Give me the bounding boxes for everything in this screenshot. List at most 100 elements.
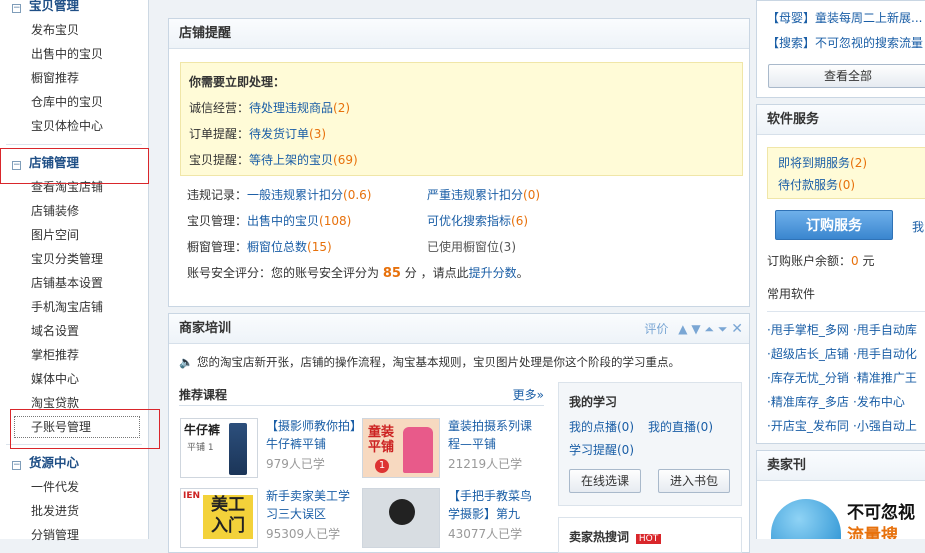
training-notice: 🔈 您的淘宝店新开张，店铺的操作流程，淘宝基本规则，宝贝图片处理是你这个阶段的学… xyxy=(179,355,680,369)
course-item: 【摄影师教你拍】牛仔裤平铺 979人已学 xyxy=(266,417,361,473)
course-thumbnail[interactable] xyxy=(362,488,440,548)
order-service-button[interactable]: 订购服务 xyxy=(775,210,893,240)
divider xyxy=(6,144,142,145)
my-vod-link[interactable]: 我的点播(0) xyxy=(569,420,634,434)
app-grid: ·甩手掌柜_多网 ·甩手自动库 ·超级店长_店铺 ·甩手自动化 ·库存无忧_分销 ·精… xyxy=(767,311,925,438)
panel-title: 商家培训 评价 ▲ ▼ ⏶ ⏷ ✕ xyxy=(169,314,749,344)
serious-violation-link[interactable]: 严重违规累计扣分 xyxy=(427,188,523,202)
unpaid-service-link[interactable]: 待付款服务 xyxy=(778,178,838,192)
sidebar-item-mobile-shop[interactable]: 手机淘宝店铺 xyxy=(0,295,148,319)
sidebar-item-images[interactable]: 图片空间 xyxy=(0,223,148,247)
sidebar-item-on-sale[interactable]: 出售中的宝贝 xyxy=(0,42,148,66)
my-live-link[interactable]: 我的直播(0) xyxy=(648,420,713,434)
sidebar-item-recommend[interactable]: 掌柜推荐 xyxy=(0,343,148,367)
seller-mag-panel: 卖家刊 不可忽视 流量搜 xyxy=(756,450,925,539)
mag-banner[interactable]: 不可忽视 流量搜 xyxy=(767,493,925,539)
window-total-link[interactable]: 橱窗位总数 xyxy=(247,240,307,254)
training-panel: 商家培训 评价 ▲ ▼ ⏶ ⏷ ✕ 🔈 您的淘宝店新开张，店铺的操作流程，淘宝基… xyxy=(168,313,750,553)
sidebar-item-media[interactable]: 媒体中心 xyxy=(0,367,148,391)
course-thumbnail[interactable]: 牛仔裤 平铺 1 xyxy=(180,418,258,478)
news-panel: 【母婴】童装每周二上新展... 【搜索】不可忽视的搜索流量 查看全部 xyxy=(756,0,925,98)
rec-header: 推荐课程 更多» xyxy=(179,386,544,406)
course-title[interactable]: 【手把手教菜鸟学摄影】第九 xyxy=(448,489,532,521)
sidebar-item-wholesale[interactable]: 批发进货 xyxy=(0,499,148,523)
news-link[interactable]: 【搜索】不可忽视的搜索流量 xyxy=(767,36,923,50)
sidebar-item-basic-settings[interactable]: 店铺基本设置 xyxy=(0,271,148,295)
sidebar-item-category[interactable]: 宝贝分类管理 xyxy=(0,247,148,271)
app-link[interactable]: ·库存无忧_分销 xyxy=(767,366,853,390)
more-link[interactable]: 更多» xyxy=(513,386,544,403)
app-link[interactable]: ·超级店长_店铺 xyxy=(767,342,853,366)
app-link[interactable]: ·开店宝_发布同 xyxy=(767,414,853,438)
search-optimize-link[interactable]: 可优化搜索指标 xyxy=(427,214,511,228)
expiring-service-link[interactable]: 即将到期服务 xyxy=(778,156,850,170)
open-bag-button[interactable]: 进入书包 xyxy=(658,469,730,493)
sidebar-item-warehouse[interactable]: 仓库中的宝贝 xyxy=(0,90,148,114)
view-all-button[interactable]: 查看全部 xyxy=(768,64,925,88)
jeans-graphic xyxy=(229,423,247,475)
app-link[interactable]: ·精准推广王 xyxy=(853,366,917,390)
course-title[interactable]: 【摄影师教你拍】牛仔裤平铺 xyxy=(266,419,356,451)
service-box: 即将到期服务(2) 待付款服务(0) xyxy=(767,147,925,199)
app-link[interactable]: ·甩手掌柜_多网 xyxy=(767,318,853,342)
panel-title: 软件服务 xyxy=(757,105,925,135)
dress-graphic xyxy=(403,427,433,473)
right-column: 【母婴】童装每周二上新展... 【搜索】不可忽视的搜索流量 查看全部 软件服务 … xyxy=(756,0,925,539)
sidebar-item-dropship[interactable]: 一件代发 xyxy=(0,475,148,499)
move-top-icon[interactable]: ⏶ xyxy=(704,322,714,336)
awaiting-listing-link[interactable]: 等待上架的宝贝 xyxy=(249,153,333,167)
my-link[interactable]: 我 xyxy=(912,218,924,235)
hot-search-box: 卖家热搜词 HOT xyxy=(558,517,742,553)
on-sale-link[interactable]: 出售中的宝贝 xyxy=(247,214,319,228)
reminder-row: 橱窗管理：橱窗位总数(15) 已使用橱窗位(3) xyxy=(187,240,516,254)
general-violation-link[interactable]: 一般违规累计扣分 xyxy=(247,188,343,202)
pending-ship-link[interactable]: 待发货订单 xyxy=(249,127,309,141)
move-bottom-icon[interactable]: ⏷ xyxy=(718,322,728,336)
reminder-row: 违规记录：一般违规累计扣分(0.6) 严重违规累计扣分(0) xyxy=(187,188,541,202)
common-software-title: 常用软件 xyxy=(767,287,816,301)
sidebar-item-checkup[interactable]: 宝贝体检中心 xyxy=(0,114,148,138)
urgent-row: 订单提醒：待发货订单(3) xyxy=(189,127,327,141)
highlight-box-shop xyxy=(0,148,149,184)
panel-tools: 评价 ▲ ▼ ⏶ ⏷ ✕ xyxy=(644,314,743,344)
sidebar-item-publish[interactable]: 发布宝贝 xyxy=(0,18,148,42)
move-up-icon[interactable]: ▲ xyxy=(678,322,687,336)
sidebar-item-decorate[interactable]: 店铺装修 xyxy=(0,199,148,223)
course-learners: 43077人已学 xyxy=(448,527,523,541)
news-link[interactable]: 【母婴】童装每周二上新展... xyxy=(767,11,922,25)
store-reminder-panel: 店铺提醒 你需要立即处理： 诚信经营：待处理违规商品(2) 订单提醒：待发货订单… xyxy=(168,18,750,307)
app-link[interactable]: ·甩手自动化 xyxy=(853,342,917,366)
sidebar-item-window[interactable]: 橱窗推荐 xyxy=(0,66,148,90)
course-title[interactable]: 童装拍摄系列课程—平铺 xyxy=(448,419,532,451)
course-title[interactable]: 新手卖家美工学习三大误区 xyxy=(266,489,350,521)
online-course-button[interactable]: 在线选课 xyxy=(569,469,641,493)
course-thumbnail[interactable]: 童装平铺 1 xyxy=(362,418,440,478)
improve-score-link[interactable]: 提升分数 xyxy=(469,266,517,280)
sidebar-item-distribution[interactable]: 分销管理 xyxy=(0,523,148,547)
rate-link[interactable]: 评价 xyxy=(644,322,668,336)
course-item: 【手把手教菜鸟学摄影】第九 43077人已学 xyxy=(448,487,538,543)
app-link[interactable]: ·发布中心 xyxy=(853,390,905,414)
bird-icon xyxy=(771,499,841,539)
app-link[interactable]: ·精准库存_多店 xyxy=(767,390,853,414)
collapse-icon[interactable]: − xyxy=(12,461,21,470)
close-icon[interactable]: ✕ xyxy=(731,321,743,337)
my-learning-box: 我的学习 我的点播(0) 我的直播(0) 学习提醒(0) 在线选课 进入书包 xyxy=(558,382,742,506)
app-link[interactable]: ·甩手自动库 xyxy=(853,318,917,342)
course-thumbnail[interactable]: IEN 美工入门 xyxy=(180,488,258,548)
course-learners: 21219人已学 xyxy=(448,457,523,471)
sidebar-item-domain[interactable]: 域名设置 xyxy=(0,319,148,343)
hot-badge: HOT xyxy=(635,534,662,544)
urgent-row: 宝贝提醒：等待上架的宝贝(69) xyxy=(189,153,358,167)
sidebar-group-baobei[interactable]: − 宝贝管理 xyxy=(0,0,148,18)
violation-link[interactable]: 待处理违规商品 xyxy=(249,101,333,115)
collapse-icon[interactable]: − xyxy=(12,4,21,13)
study-reminder-link[interactable]: 学习提醒(0) xyxy=(569,443,634,457)
security-score: 85 xyxy=(382,266,401,281)
sidebar-group-supply[interactable]: − 货源中心 xyxy=(0,451,148,475)
urgent-box: 你需要立即处理： 诚信经营：待处理违规商品(2) 订单提醒：待发货订单(3) 宝… xyxy=(180,62,743,176)
move-down-icon[interactable]: ▼ xyxy=(691,322,700,336)
app-link[interactable]: ·小强自动上 xyxy=(853,414,917,438)
speaker-icon: 🔈 xyxy=(179,355,194,369)
balance-row: 订购账户余额：0 元 xyxy=(767,254,875,268)
